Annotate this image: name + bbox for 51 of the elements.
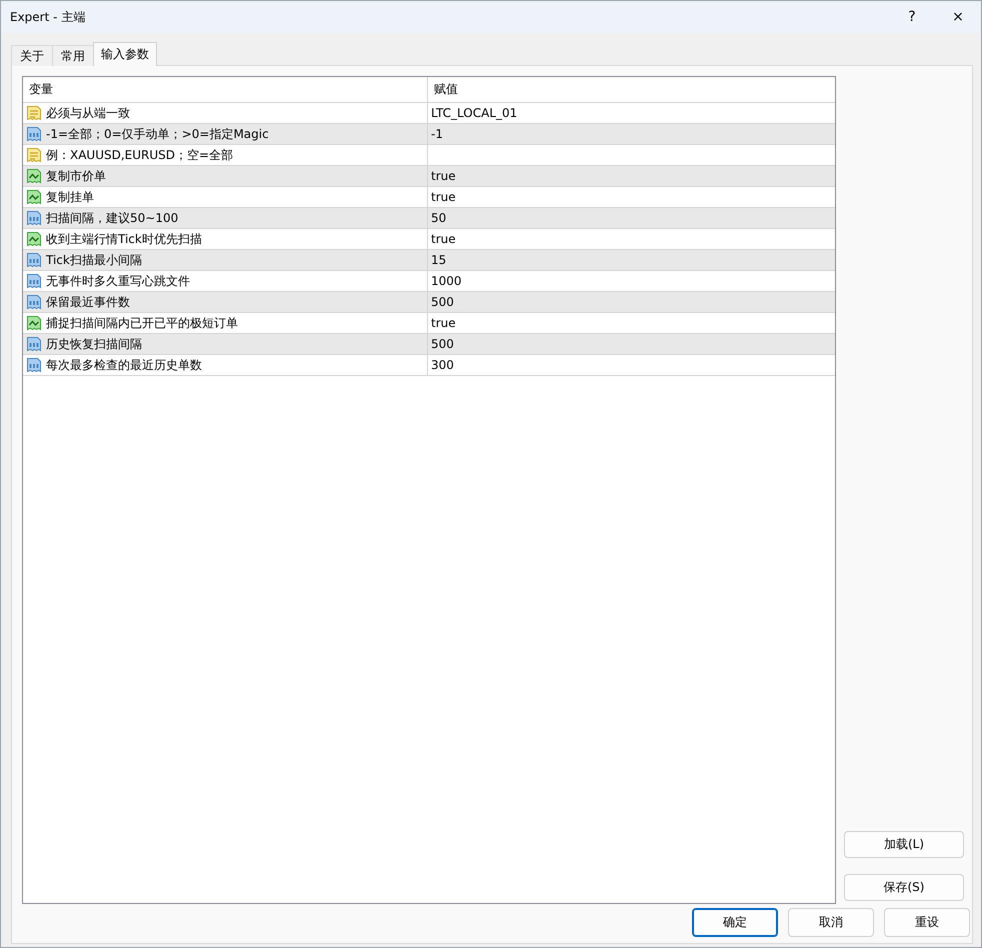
parameter-value[interactable]: 50 [431,211,446,225]
parameter-value[interactable]: -1 [431,127,443,141]
dialog-button[interactable]: 确定 [692,908,778,937]
parameter-value[interactable]: true [431,169,456,183]
dots-page-icon [26,210,42,226]
lines-page-icon [26,105,42,121]
parameter-value[interactable]: true [431,232,456,246]
dialog-button[interactable]: 重设 [884,908,970,937]
parameter-name: 捕捉扫描间隔内已开已平的极短订单 [46,314,238,332]
tab[interactable]: 关于 [11,45,53,66]
parameter-name: 历史恢复扫描间隔 [46,336,142,352]
parameter-value[interactable]: 500 [431,295,454,309]
parameter-name: 收到主端行情Tick时优先扫描 [46,230,202,248]
column-header: 变量 [29,81,53,98]
help-button[interactable]: ? [889,1,935,33]
dots-page-icon [26,273,42,289]
dots-page-icon [26,336,42,352]
dots-page-icon [26,126,42,142]
parameter-value[interactable]: 15 [431,253,446,267]
parameter-name: Tick扫描最小间隔 [46,252,142,268]
parameter-name: 无事件时多久重写心跳文件 [46,272,190,290]
lines-page-icon [26,147,42,163]
parameter-name: 保留最近事件数 [46,294,130,310]
parameter-name: -1=全部；0=仅手动单；>0=指定Magic [46,126,269,142]
dots-page-icon [26,294,42,310]
tab[interactable]: 输入参数 [93,42,157,66]
parameter-value[interactable]: true [431,190,456,204]
tab[interactable]: 常用 [52,45,94,66]
side-button[interactable]: 加载(L) [844,831,964,858]
parameter-name: 扫描间隔，建议50~100 [46,210,178,226]
parameter-name: 必须与从端一致 [46,104,130,122]
side-button[interactable]: 保存(S) [844,874,964,901]
zigzag-page-icon [26,231,42,247]
dots-page-icon [26,252,42,268]
zigzag-page-icon [26,315,42,331]
parameter-name: 例：XAUUSD,EURUSD；空=全部 [46,146,234,164]
zigzag-page-icon [26,168,42,184]
parameter-value[interactable]: LTC_LOCAL_01 [431,106,518,120]
dialog-button[interactable]: 取消 [788,908,874,937]
parameter-name: 复制市价单 [46,168,106,184]
parameter-value[interactable]: 300 [431,358,454,372]
close-button[interactable]: × [935,1,981,33]
dots-page-icon [26,357,42,373]
parameter-value[interactable]: true [431,316,456,330]
column-header: 赋值 [434,81,458,98]
parameter-name: 复制挂单 [46,188,94,206]
zigzag-page-icon [26,189,42,205]
parameter-value[interactable]: 1000 [431,274,462,288]
parameter-name: 每次最多检查的最近历史单数 [46,356,202,374]
parameter-value[interactable]: 500 [431,337,454,351]
window-title: Expert - 主端 [10,8,86,26]
